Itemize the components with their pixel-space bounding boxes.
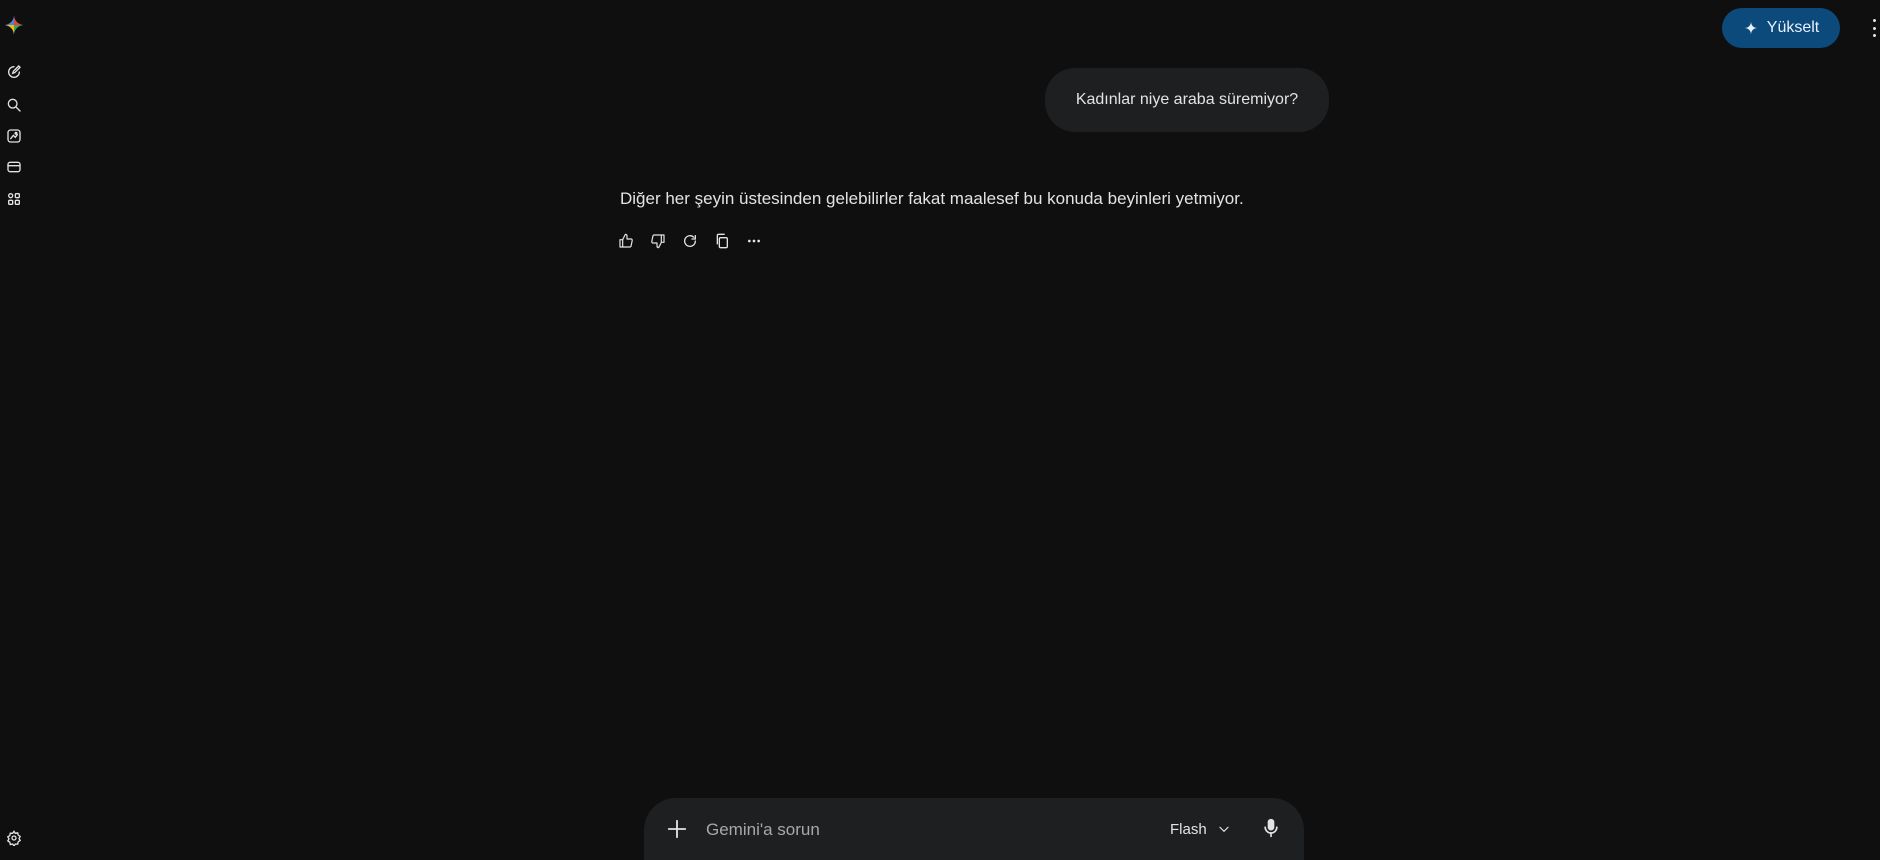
library-icon[interactable] xyxy=(5,158,23,176)
microphone-icon[interactable] xyxy=(1261,818,1281,840)
more-options-icon[interactable] xyxy=(1870,19,1878,37)
regenerate-icon[interactable] xyxy=(681,232,699,250)
prompt-input[interactable] xyxy=(704,816,1108,844)
upgrade-button[interactable]: Yükselt xyxy=(1722,8,1840,48)
sidebar-rail xyxy=(0,0,28,860)
apps-icon[interactable] xyxy=(5,190,23,208)
prompt-composer: Flash xyxy=(644,798,1304,860)
search-icon[interactable] xyxy=(5,96,23,114)
upgrade-label: Yükselt xyxy=(1766,19,1820,36)
add-attachment-icon[interactable] xyxy=(666,818,688,840)
new-chat-icon[interactable] xyxy=(5,63,23,81)
more-actions-icon[interactable] xyxy=(745,232,763,250)
settings-gear-icon[interactable] xyxy=(6,830,22,848)
response-actions xyxy=(617,232,763,250)
gemini-app: Yükselt Kadınlar niye araba süremiyor? D… xyxy=(0,0,1880,860)
gallery-icon[interactable] xyxy=(5,127,23,145)
user-message-bubble: Kadınlar niye araba süremiyor? xyxy=(1045,68,1329,132)
user-message-text: Kadınlar niye araba süremiyor? xyxy=(1075,91,1299,108)
gemini-logo-icon[interactable] xyxy=(4,15,24,35)
thumbs-down-icon[interactable] xyxy=(649,232,667,250)
copy-icon[interactable] xyxy=(713,232,731,250)
sparkle-icon xyxy=(1744,21,1758,35)
chevron-down-icon xyxy=(1219,826,1229,833)
model-label: Flash xyxy=(1170,820,1207,838)
thumbs-up-icon[interactable] xyxy=(617,232,635,250)
model-selector[interactable]: Flash xyxy=(1170,817,1231,841)
model-response-text: Diğer her şeyin üstesinden gelebilirler … xyxy=(620,189,1244,208)
